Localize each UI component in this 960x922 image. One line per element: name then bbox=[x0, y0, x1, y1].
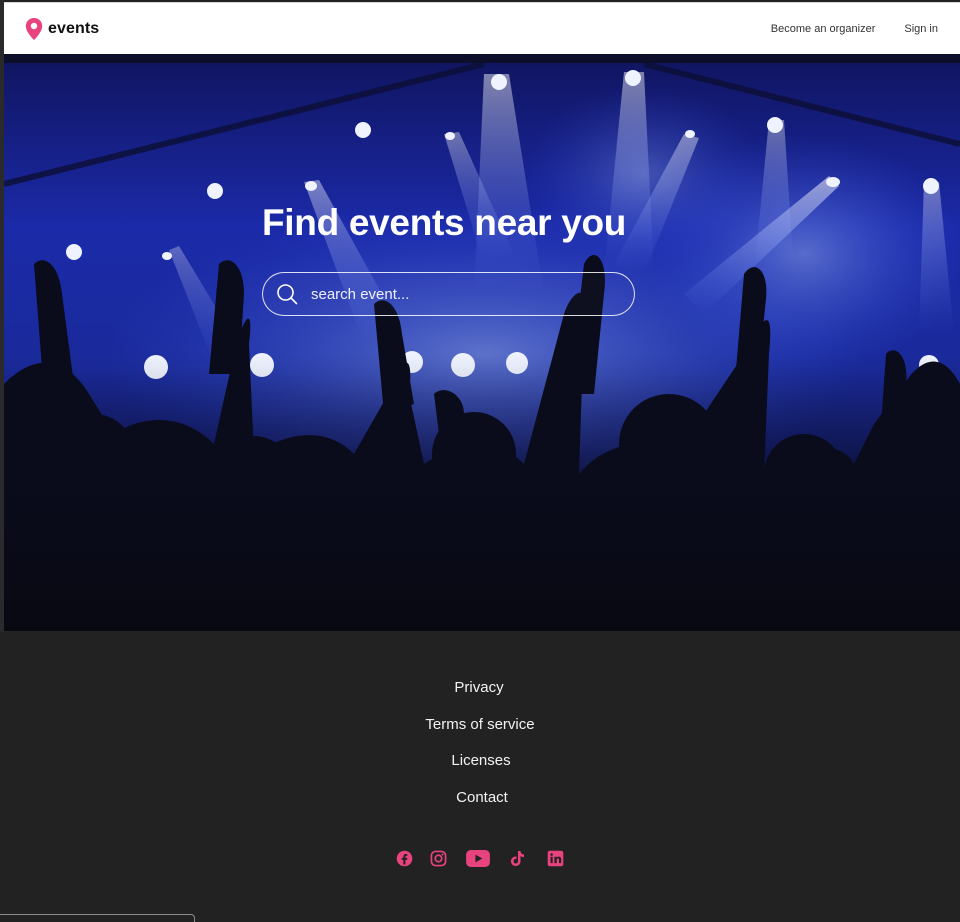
stage-truss bbox=[4, 54, 960, 63]
location-pin-icon bbox=[25, 17, 43, 40]
window-edge-fragment bbox=[0, 914, 195, 922]
brand-logo[interactable]: events bbox=[24, 17, 99, 41]
footer-link-privacy[interactable]: Privacy bbox=[454, 678, 503, 698]
footer: Privacy Terms of service Licenses Contac… bbox=[0, 631, 960, 922]
footer-links: Privacy Terms of service Licenses Contac… bbox=[0, 678, 960, 824]
concert-crowd-image bbox=[4, 61, 960, 631]
linkedin-icon[interactable] bbox=[547, 850, 564, 870]
footer-link-contact[interactable]: Contact bbox=[456, 788, 508, 808]
youtube-icon[interactable] bbox=[466, 850, 490, 870]
hero-banner: Find events near you bbox=[4, 54, 960, 631]
window-edge bbox=[0, 0, 4, 632]
search-icon bbox=[277, 284, 298, 305]
search-input[interactable] bbox=[311, 285, 611, 303]
facebook-icon[interactable] bbox=[396, 850, 413, 870]
hero-title: Find events near you bbox=[262, 202, 627, 243]
top-nav-bar: events Become an organizer Sign in bbox=[4, 2, 960, 54]
instagram-icon[interactable] bbox=[430, 850, 447, 870]
page: events Become an organizer Sign in Find … bbox=[0, 0, 960, 922]
social-links bbox=[0, 850, 960, 870]
header-nav: Become an organizer Sign in bbox=[771, 23, 938, 35]
footer-link-terms[interactable]: Terms of service bbox=[425, 715, 534, 735]
tiktok-icon[interactable] bbox=[510, 850, 525, 870]
footer-link-licenses[interactable]: Licenses bbox=[451, 751, 510, 771]
search-bar[interactable] bbox=[262, 272, 635, 316]
sign-in-link[interactable]: Sign in bbox=[904, 23, 938, 35]
brand-name: events bbox=[48, 19, 100, 37]
become-organizer-link[interactable]: Become an organizer bbox=[771, 23, 876, 35]
